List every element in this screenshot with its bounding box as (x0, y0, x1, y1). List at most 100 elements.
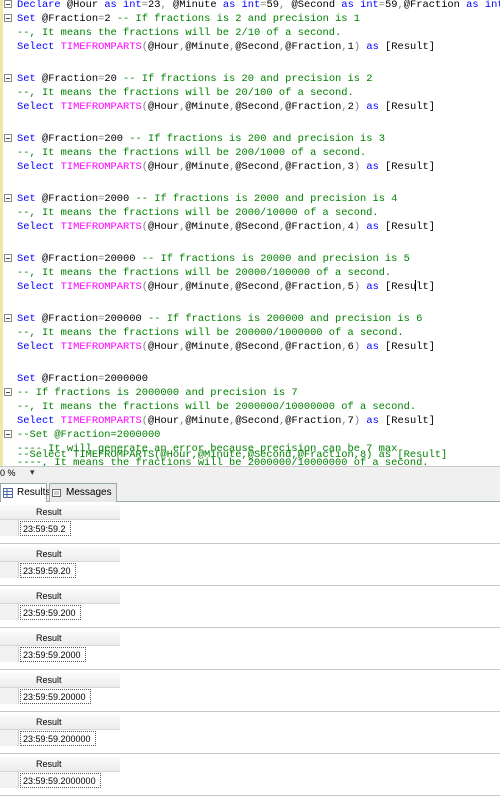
row-selector[interactable] (0, 562, 19, 578)
code-line[interactable]: Set @Fraction=2 -- If fractions is 2 and… (0, 12, 500, 26)
code-token: TIMEFROMPARTS (60, 415, 142, 427)
collapse-toggle-icon[interactable] (4, 134, 12, 142)
result-set[interactable]: Result 23:59:59.2000000 (0, 754, 500, 796)
result-cell[interactable]: 23:59:59.2 (20, 521, 71, 536)
code-line[interactable] (0, 238, 500, 252)
row-selector[interactable] (0, 772, 19, 788)
code-line[interactable]: --, It means the fractions will be 2000/… (0, 206, 500, 220)
result-cell[interactable]: 23:59:59.200000 (20, 731, 96, 746)
collapse-toggle-icon[interactable] (4, 194, 12, 202)
result-set[interactable]: Result 23:59:59.200000 (0, 712, 500, 754)
collapse-toggle-icon[interactable] (4, 314, 12, 322)
code-text: Select TIMEFROMPARTS(@Hour,@Minute,@Seco… (17, 340, 435, 354)
code-line[interactable] (0, 358, 500, 372)
code-line[interactable]: Set @Fraction=200000 -- If fractions is … (0, 312, 500, 326)
code-line[interactable] (0, 298, 500, 312)
code-line[interactable]: -- If fractions is 2000000 and precision… (0, 386, 500, 400)
code-line[interactable]: --, It means the fractions will be 2/10 … (0, 26, 500, 40)
result-set[interactable]: Result 23:59:59.200 (0, 586, 500, 628)
code-line[interactable]: Set @Fraction=2000 -- If fractions is 20… (0, 192, 500, 206)
code-line[interactable]: --Select TIMEFROMPARTS(@Hour,@Minute,@Se… (0, 448, 500, 462)
code-line[interactable]: Select TIMEFROMPARTS(@Hour,@Minute,@Seco… (0, 160, 500, 174)
code-text: Set @Fraction=20000 -- If fractions is 2… (17, 252, 410, 266)
collapse-toggle-icon[interactable] (4, 254, 12, 262)
row-selector[interactable] (0, 730, 19, 746)
code-line[interactable]: --, It means the fractions will be 20000… (0, 400, 500, 414)
code-line[interactable]: --Set @Fraction=2000000 (0, 428, 500, 442)
sql-editor[interactable]: Declare @Hour as int=23, @Minute as int=… (0, 0, 500, 466)
column-header[interactable]: Result (20, 548, 62, 560)
code-line[interactable] (0, 118, 500, 132)
code-text: Select TIMEFROMPARTS(@Hour,@Minute,@Seco… (17, 280, 435, 294)
code-token: -- If fractions is 20000 and precision i… (141, 253, 410, 265)
result-set[interactable]: Result 23:59:59.2 (0, 502, 500, 544)
code-line[interactable]: Select TIMEFROMPARTS(@Hour,@Minute,@Seco… (0, 40, 500, 54)
code-line[interactable]: Set @Fraction=20 -- If fractions is 20 a… (0, 72, 500, 86)
code-token: --, It means the fractions will be 20/10… (17, 87, 354, 99)
code-line[interactable]: Declare @Hour as int=23, @Minute as int=… (0, 0, 500, 12)
column-header[interactable]: Result (20, 632, 62, 644)
code-token: ) (353, 161, 367, 173)
column-header[interactable]: Result (20, 674, 62, 686)
zoom-dropdown-icon[interactable]: ▾ (30, 467, 35, 478)
code-token: @Fraction (41, 73, 99, 85)
code-line[interactable] (0, 178, 500, 192)
code-token: as (366, 415, 386, 427)
code-token: Set (17, 313, 42, 325)
code-text: --, It means the fractions will be 20/10… (17, 86, 354, 100)
collapse-toggle-icon[interactable] (4, 74, 12, 82)
code-line[interactable]: --, It means the fractions will be 20000… (0, 266, 500, 280)
code-line[interactable]: Select TIMEFROMPARTS(@Hour,@Minute,@Seco… (0, 220, 500, 234)
row-selector[interactable] (0, 604, 19, 620)
tab-messages[interactable]: Messages (49, 483, 117, 502)
code-token: -- If fractions is 2000 and precision is… (135, 193, 398, 205)
row-selector[interactable] (0, 688, 19, 704)
result-cell[interactable]: 23:59:59.2000 (20, 647, 86, 662)
row-selector[interactable] (0, 646, 19, 662)
zoom-level[interactable]: 0 % (0, 468, 16, 478)
collapse-toggle-icon[interactable] (4, 388, 12, 396)
result-cell[interactable]: 23:59:59.200 (20, 605, 81, 620)
code-line[interactable]: --, It means the fractions will be 200/1… (0, 146, 500, 160)
row-selector[interactable] (0, 520, 19, 536)
code-line[interactable]: Select TIMEFROMPARTS(@Hour,@Minute,@Seco… (0, 340, 500, 354)
code-line[interactable]: Set @Fraction=2000000 (0, 372, 500, 386)
code-token: @Second (235, 415, 279, 427)
result-set[interactable]: Result 23:59:59.20 (0, 544, 500, 586)
code-token: , (160, 0, 173, 11)
code-line[interactable]: Select TIMEFROMPARTS(@Hour,@Minute,@Seco… (0, 280, 500, 294)
code-token: TIMEFROMPARTS (60, 221, 142, 233)
code-line[interactable]: Select TIMEFROMPARTS(@Hour,@Minute,@Seco… (0, 414, 500, 428)
result-cell[interactable]: 23:59:59.2000000 (20, 773, 101, 788)
code-token: ) (353, 221, 367, 233)
code-token: Select (17, 101, 61, 113)
column-header[interactable]: Result (20, 758, 62, 770)
code-line[interactable]: Select TIMEFROMPARTS(@Hour,@Minute,@Seco… (0, 100, 500, 114)
code-token: as (366, 41, 386, 53)
code-token: ) (353, 41, 367, 53)
column-header[interactable]: Result (20, 716, 62, 728)
results-grid-area[interactable]: Result 23:59:59.2 Result 23:59:59.20 Result 2… (0, 502, 500, 801)
code-line[interactable]: Set @Fraction=200 -- If fractions is 200… (0, 132, 500, 146)
collapse-toggle-icon[interactable] (4, 14, 12, 22)
column-header[interactable]: Result (20, 590, 62, 602)
collapse-toggle-icon[interactable] (4, 0, 12, 8)
tab-results[interactable]: Results (0, 483, 50, 503)
code-line[interactable]: Set @Fraction=20000 -- If fractions is 2… (0, 252, 500, 266)
result-set[interactable]: Result 23:59:59.2000 (0, 628, 500, 670)
code-line[interactable] (0, 58, 500, 72)
result-set[interactable]: Result 23:59:59.20000 (0, 670, 500, 712)
result-cell[interactable]: 23:59:59.20 (20, 563, 76, 578)
code-line[interactable]: --, It means the fractions will be 20/10… (0, 86, 500, 100)
grid-icon (3, 488, 13, 498)
column-header[interactable]: Result (20, 506, 62, 518)
code-token: -- If fractions is 200000 and precision … (147, 313, 423, 325)
code-token: -- If fractions is 2 and precision is 1 (116, 13, 360, 25)
result-cell[interactable]: 23:59:59.20000 (20, 689, 91, 704)
code-text: Select TIMEFROMPARTS(@Hour,@Minute,@Seco… (17, 100, 435, 114)
code-line[interactable]: --, It means the fractions will be 20000… (0, 326, 500, 340)
code-token: as (366, 101, 386, 113)
code-text: -- If fractions is 2000000 and precision… (17, 386, 298, 400)
code-text: Set @Fraction=200 -- If fractions is 200… (17, 132, 385, 146)
collapse-toggle-icon[interactable] (4, 430, 12, 438)
